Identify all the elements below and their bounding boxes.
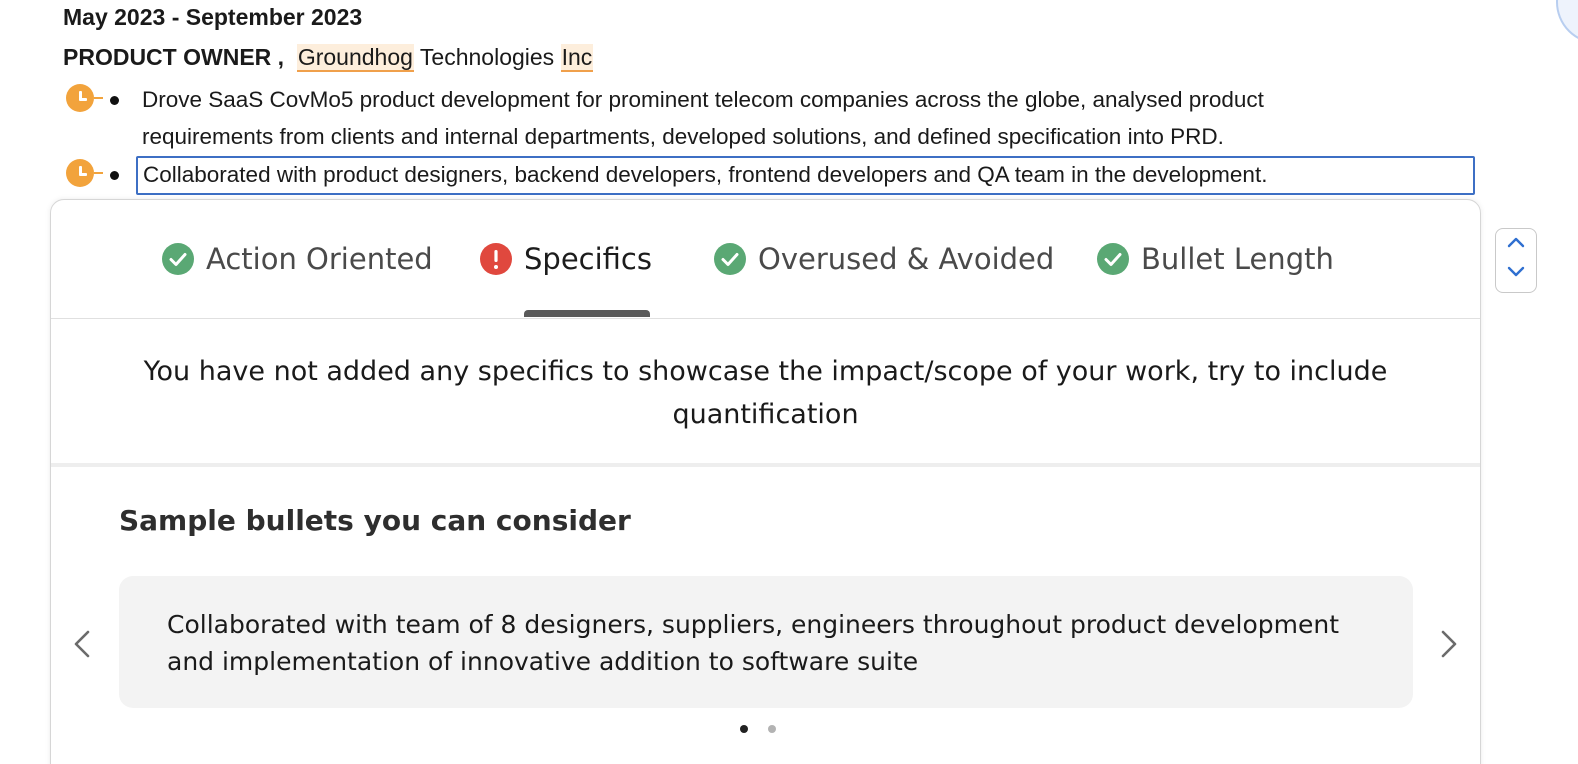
sample-bullet-text: Collaborated with team of 8 designers, s… xyxy=(167,610,1340,676)
sample-bullet-card[interactable]: Collaborated with team of 8 designers, s… xyxy=(119,576,1413,708)
tab-overused-avoided[interactable]: Overused & Avoided xyxy=(714,239,1054,279)
tab-specifics[interactable]: Specifics xyxy=(480,239,652,279)
date-range: May 2023 - September 2023 xyxy=(63,4,363,30)
job-role: PRODUCT OWNER , xyxy=(63,44,285,70)
company-word-highlighted[interactable]: Groundhog xyxy=(296,44,414,72)
bullet-text-line[interactable]: requirements from clients and internal d… xyxy=(142,119,1224,155)
bullet-navigation-stepper[interactable] xyxy=(1495,228,1537,293)
chevron-up-icon[interactable] xyxy=(1506,235,1526,249)
company-suffix-highlighted[interactable]: Inc xyxy=(560,44,594,72)
clock-badge-connector xyxy=(94,172,103,174)
chevron-left-icon[interactable] xyxy=(71,628,93,660)
check-circle-icon xyxy=(162,243,194,275)
job-title-line: PRODUCT OWNER , Groundhog Technologies I… xyxy=(63,44,594,72)
chevron-down-icon[interactable] xyxy=(1506,265,1526,279)
tab-label: Bullet Length xyxy=(1141,242,1334,276)
bullet-text-line[interactable]: Drove SaaS CovMo5 product development fo… xyxy=(142,82,1264,118)
bullet-dot xyxy=(110,171,119,180)
tab-label: Action Oriented xyxy=(206,242,433,276)
feedback-message: You have not added any specifics to show… xyxy=(143,356,1388,430)
bullet-item[interactable]: Drove SaaS CovMo5 product development fo… xyxy=(0,82,1480,156)
clock-badge-icon[interactable] xyxy=(66,84,94,112)
tab-label: Specifics xyxy=(524,242,652,276)
bullet-dot xyxy=(110,96,119,105)
samples-heading: Sample bullets you can consider xyxy=(119,504,631,537)
feedback-panel: Action Oriented Specifics Overused & Avo… xyxy=(50,199,1481,764)
carousel-pagination xyxy=(740,725,776,733)
active-tab-indicator xyxy=(524,310,650,317)
tab-bullet-length[interactable]: Bullet Length xyxy=(1097,239,1334,279)
bullet-item-selected[interactable]: Collaborated with product designers, bac… xyxy=(0,156,1480,195)
user-avatar-partial[interactable] xyxy=(1556,0,1578,44)
company-word: Technologies xyxy=(419,44,555,70)
pagination-dot[interactable] xyxy=(768,725,776,733)
clock-badge-icon[interactable] xyxy=(66,159,94,187)
check-circle-icon xyxy=(714,243,746,275)
bullet-text-selected[interactable]: Collaborated with product designers, bac… xyxy=(136,156,1475,195)
check-circle-icon xyxy=(1097,243,1129,275)
section-divider xyxy=(51,463,1480,467)
chevron-right-icon[interactable] xyxy=(1438,628,1460,660)
clock-badge-connector xyxy=(94,97,103,99)
tab-label: Overused & Avoided xyxy=(758,242,1055,276)
pagination-dot-active[interactable] xyxy=(740,725,748,733)
exclamation-circle-icon xyxy=(480,243,512,275)
tab-action-oriented[interactable]: Action Oriented xyxy=(162,239,433,279)
feedback-tabs: Action Oriented Specifics Overused & Avo… xyxy=(51,200,1480,319)
